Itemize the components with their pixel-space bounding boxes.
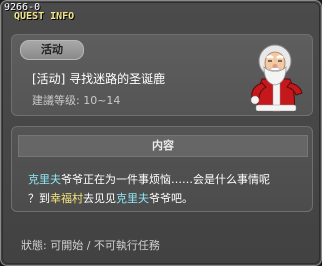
quest-description: 克里夫爷爷正在为一件事烦恼……会是什么事情呢 ？到幸福村去见见克里夫爷爷吧。 (28, 170, 308, 208)
desc-text: 爷爷吧。 (149, 192, 193, 205)
quest-status: 狀態: 可開始 / 不可執行任務 (21, 239, 160, 252)
quest-name: [活动] 寻找迷路的圣诞鹿 (32, 72, 166, 86)
quest-content-panel: 内容 克里夫爷爷正在为一件事烦恼……会是什么事情呢 ？到幸福村去见见克里夫爷爷吧… (11, 126, 313, 212)
quest-category-tag: 活动 (20, 40, 84, 60)
quest-info-window: 9266-0 QUEST INFO 活动 [活动] 寻找迷路的圣诞鹿 建議等级:… (0, 0, 322, 266)
content-header: 内容 (18, 135, 308, 157)
quest-recommended-level: 建議等级: 10~14 (32, 94, 121, 107)
npc-name-link[interactable]: 克里夫 (116, 192, 149, 205)
santa-npc-icon (250, 44, 303, 112)
place-name-link[interactable]: 幸福村 (50, 192, 83, 205)
desc-text: 爷爷正在为一件事烦恼……会是什么事情呢 (61, 173, 270, 186)
npc-name-link[interactable]: 克里夫 (28, 173, 61, 186)
desc-text: ？到 (28, 192, 50, 205)
window-title: QUEST INFO (14, 11, 75, 22)
quest-summary-panel: 活动 [活动] 寻找迷路的圣诞鹿 建議等级: 10~14 (11, 34, 313, 116)
desc-text: 去见见 (83, 192, 116, 205)
